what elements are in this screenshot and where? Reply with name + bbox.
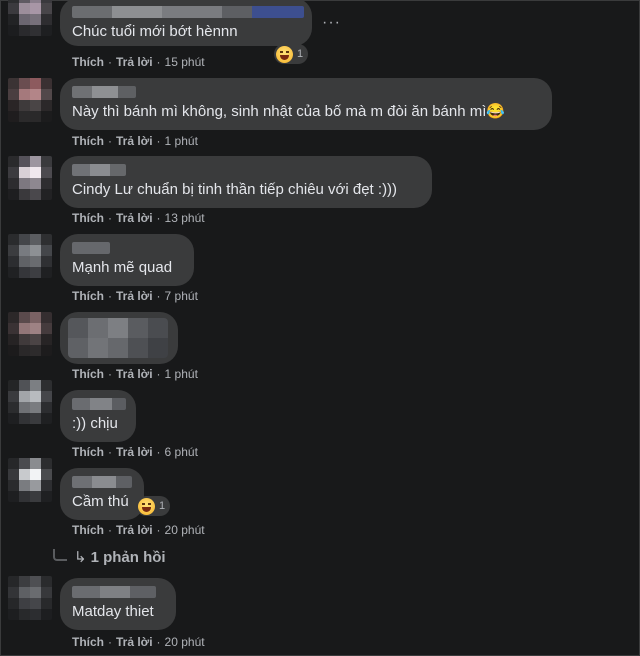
commenter-name-blurred[interactable] [72, 242, 110, 254]
timestamp[interactable]: 6 phút [165, 445, 198, 459]
separator: · [156, 445, 161, 459]
timestamp[interactable]: 1 phút [165, 367, 198, 381]
separator: · [156, 523, 161, 537]
comment-bubble: Matday thiet [60, 578, 176, 630]
separator: · [108, 55, 112, 69]
separator: · [108, 211, 112, 225]
separator: · [108, 367, 112, 381]
comment-actions: Thích · Trả lời · 7 phút [72, 288, 198, 304]
commenter-name-blurred[interactable] [72, 398, 126, 410]
timestamp[interactable]: 13 phút [165, 211, 205, 225]
like-link[interactable]: Thích [72, 367, 104, 381]
comment-bubble: Này thì bánh mì không, sinh nhật của bố … [60, 78, 552, 130]
separator: · [108, 523, 112, 537]
timestamp[interactable]: 1 phút [165, 134, 198, 148]
comment-bubble: Cindy Lư chuẩn bị tinh thần tiếp chiêu v… [60, 156, 432, 208]
reply-link[interactable]: Trả lời [116, 134, 153, 148]
timestamp[interactable]: 20 phút [165, 635, 205, 649]
comment-text: Cindy Lư chuẩn bị tinh thần tiếp chiêu v… [72, 181, 398, 198]
timestamp[interactable]: 7 phút [165, 289, 198, 303]
avatar[interactable] [8, 0, 52, 36]
avatar[interactable] [8, 312, 52, 356]
separator: · [156, 134, 161, 148]
avatar[interactable] [8, 156, 52, 200]
avatar[interactable] [8, 380, 52, 424]
reaction-badge[interactable]: 1 [274, 44, 309, 64]
comment-actions: Thích · Trả lời · 13 phút [72, 210, 205, 226]
view-replies-link[interactable]: ↳ 1 phản hồi [74, 548, 166, 566]
separator: · [156, 635, 161, 649]
separator: · [108, 289, 112, 303]
separator: · [108, 635, 112, 649]
like-link[interactable]: Thích [72, 134, 104, 148]
commenter-name-blurred[interactable] [72, 586, 156, 598]
reaction-count: 1 [297, 48, 304, 60]
comment-actions: Thích · Trả lời · 15 phút [72, 54, 205, 70]
comment-bubble: Chúc tuổi mới bớt hènnn [60, 0, 312, 46]
comment-bubble: :)) chịu [60, 390, 136, 442]
replies-count-label: 1 phản hồi [90, 549, 166, 566]
reply-link[interactable]: Trả lời [116, 55, 153, 69]
comment-text: Mạnh mẽ quad [72, 259, 173, 276]
separator: · [156, 367, 161, 381]
avatar[interactable] [8, 234, 52, 278]
comment-actions: Thích · Trả lời · 20 phút [72, 522, 205, 538]
comment-text: Matday thiet [72, 603, 154, 620]
like-link[interactable]: Thích [72, 55, 104, 69]
reply-link[interactable]: Trả lời [116, 635, 153, 649]
commenter-name-blurred[interactable] [72, 86, 136, 98]
like-link[interactable]: Thích [72, 523, 104, 537]
separator: · [156, 289, 161, 303]
comment-bubble: Cầm thú [60, 468, 144, 520]
reply-link[interactable]: Trả lời [116, 445, 153, 459]
blurred-content-image[interactable] [68, 318, 168, 358]
comment-text: Chúc tuổi mới bớt hènnn [72, 23, 238, 40]
commenter-name-blurred[interactable] [72, 164, 126, 176]
reply-arrow-icon [53, 549, 67, 561]
separator: · [108, 134, 112, 148]
comment-text: Cầm thú [72, 493, 129, 510]
comment-bubble: Mạnh mẽ quad [60, 234, 194, 286]
comment-bubble [60, 312, 178, 364]
reply-link[interactable]: Trả lời [116, 211, 153, 225]
separator: · [156, 55, 161, 69]
separator: · [156, 211, 161, 225]
like-link[interactable]: Thích [72, 445, 104, 459]
avatar[interactable] [8, 78, 52, 122]
comment-text: Này thì bánh mì không, sinh nhật của bố … [72, 103, 506, 120]
avatar[interactable] [8, 458, 52, 502]
like-link[interactable]: Thích [72, 635, 104, 649]
like-link[interactable]: Thích [72, 289, 104, 303]
separator: · [108, 445, 112, 459]
comment-text: :)) chịu [72, 415, 118, 432]
comment-actions: Thích · Trả lời · 1 phút [72, 366, 198, 382]
timestamp[interactable]: 20 phút [165, 523, 205, 537]
avatar[interactable] [8, 576, 52, 620]
comment-actions: Thích · Trả lời · 20 phút [72, 634, 205, 650]
commenter-name-blurred[interactable] [72, 6, 304, 18]
more-options-icon[interactable]: ··· [322, 14, 341, 32]
reaction-badge[interactable]: 1 [136, 496, 171, 516]
reply-link[interactable]: Trả lời [116, 523, 153, 537]
timestamp[interactable]: 15 phút [165, 55, 205, 69]
reaction-count: 1 [159, 500, 166, 512]
reply-link[interactable]: Trả lời [116, 289, 153, 303]
commenter-name-blurred[interactable] [72, 476, 132, 488]
comment-actions: Thích · Trả lời · 6 phút [72, 444, 198, 460]
comment-actions: Thích · Trả lời · 1 phút [72, 133, 198, 149]
like-link[interactable]: Thích [72, 211, 104, 225]
laughing-emoji-icon [138, 497, 155, 515]
reply-link[interactable]: Trả lời [116, 367, 153, 381]
reply-corner-icon: ↳ [74, 549, 87, 566]
laughing-emoji-icon [276, 45, 293, 63]
